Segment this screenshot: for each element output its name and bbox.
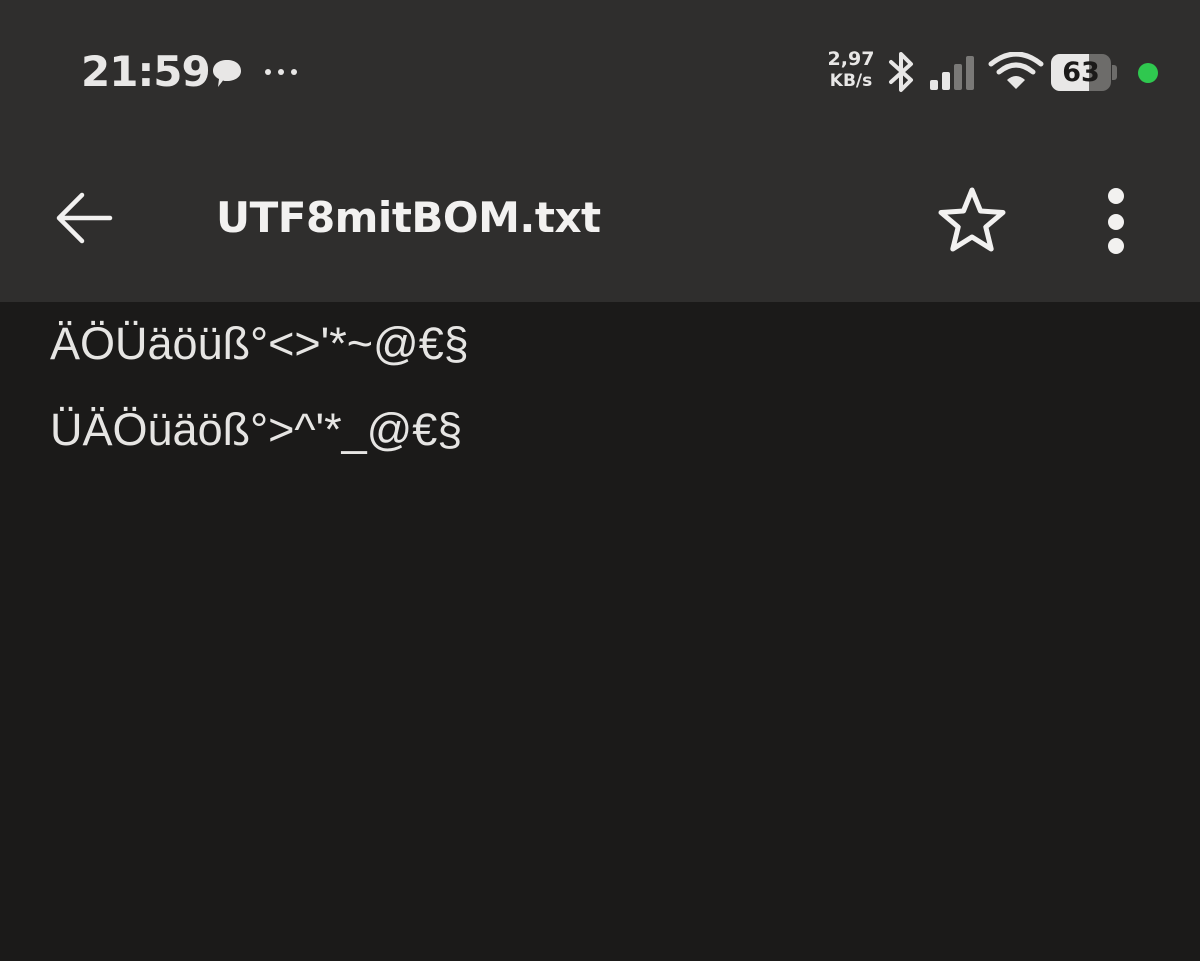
favorite-button[interactable] <box>932 180 1012 260</box>
document-content[interactable]: ÄÖÜäöüß°<>'*~@€§ ÜÄÖüäöß°>^'*_@€§ <box>0 302 1200 961</box>
network-speed: 2,97 KB/s <box>823 48 879 92</box>
status-time: 21:59 <box>81 47 211 96</box>
battery-tip <box>1112 65 1117 80</box>
battery-level: 63 <box>1062 57 1100 88</box>
star-outline-icon <box>938 187 1006 252</box>
network-speed-unit: KB/s <box>829 71 873 91</box>
network-speed-value: 2,97 <box>827 48 875 70</box>
overflow-menu-button[interactable] <box>1086 178 1146 258</box>
cellular-signal-icon <box>930 56 974 90</box>
document-line-1: ÄÖÜäöüß°<>'*~@€§ <box>50 318 469 369</box>
file-title: UTF8mitBOM.txt <box>216 193 601 242</box>
chat-bubble-icon <box>213 60 241 87</box>
app-header: 21:59 2,97 KB/s 63 UTF8mitBOM.txt <box>0 0 1200 302</box>
arrow-left-icon <box>56 192 113 244</box>
privacy-indicator-dot <box>1138 63 1158 83</box>
document-line-2: ÜÄÖüäöß°>^'*_@€§ <box>50 404 463 455</box>
battery-body: 63 <box>1051 54 1111 91</box>
more-vert-icon <box>1108 188 1124 254</box>
text-viewer-screen: 21:59 2,97 KB/s 63 UTF8mitBOM.txt ÄÖÜäöü… <box>0 0 1200 961</box>
wifi-icon <box>988 52 1044 89</box>
more-dots-icon <box>265 69 297 75</box>
bluetooth-icon <box>889 52 913 92</box>
back-button[interactable] <box>46 180 122 256</box>
battery-indicator: 63 <box>1051 54 1117 91</box>
